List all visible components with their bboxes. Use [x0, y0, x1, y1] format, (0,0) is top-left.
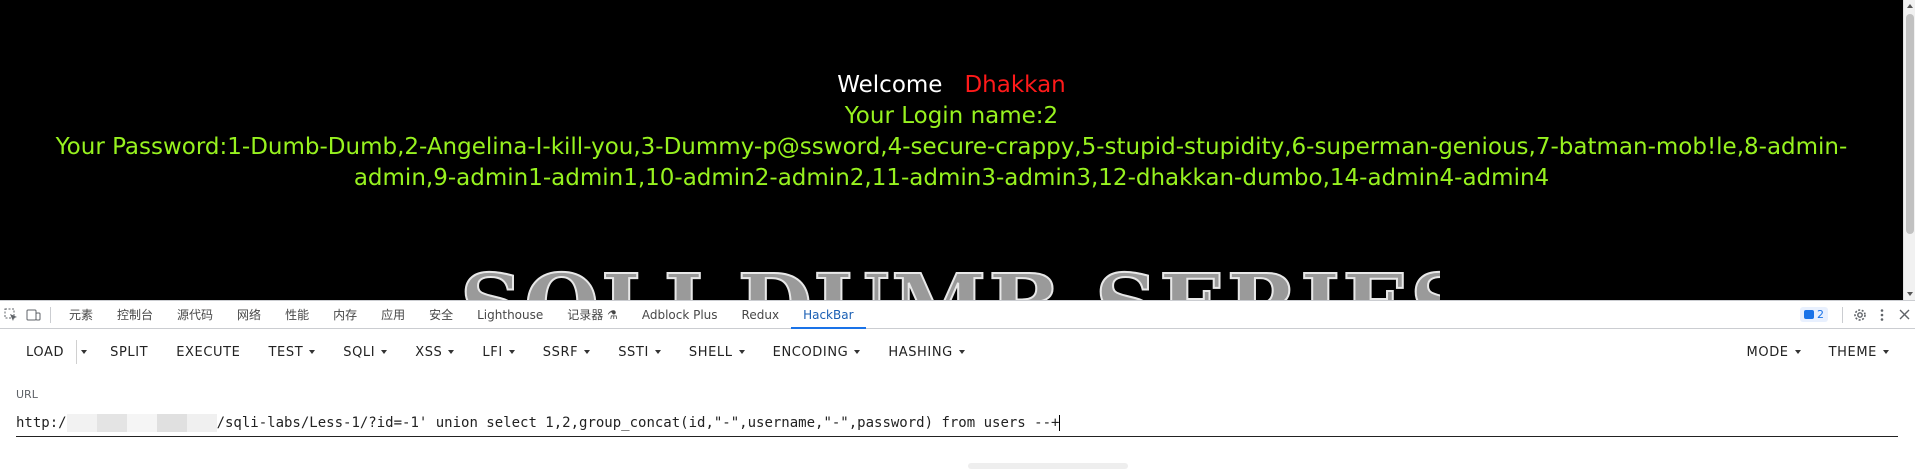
- chevron-down-icon: [1794, 350, 1801, 354]
- execute-button[interactable]: EXECUTE: [162, 334, 254, 370]
- lfi-menu-button[interactable]: LFI: [468, 334, 528, 370]
- url-path-query: /sqli-labs/Less-1/?id=-1' union select 1…: [216, 415, 1060, 431]
- close-icon[interactable]: [1893, 301, 1915, 329]
- chevron-down-icon: [508, 350, 515, 354]
- devtools-tab[interactable]: 元素: [57, 301, 105, 329]
- welcome-line: Welcome Dhakkan: [0, 70, 1903, 101]
- devtools-tab[interactable]: 记录器 ⚗: [555, 301, 630, 329]
- shell-menu-button[interactable]: SHELL: [675, 334, 759, 370]
- devtools-tab[interactable]: 控制台: [105, 301, 165, 329]
- test-menu-button[interactable]: TEST: [254, 334, 329, 370]
- shell-label: SHELL: [688, 344, 733, 360]
- chevron-down-icon: [80, 350, 87, 354]
- chevron-down-icon: [309, 350, 316, 354]
- redacted-host: [66, 414, 217, 432]
- inspect-element-icon[interactable]: [0, 301, 22, 329]
- welcome-name: Dhakkan: [964, 72, 1066, 98]
- split-label: SPLIT: [110, 344, 149, 360]
- devtools-tab[interactable]: 网络: [225, 301, 273, 329]
- encoding-label: ENCODING: [772, 344, 849, 360]
- device-toolbar-icon[interactable]: [22, 301, 44, 329]
- issues-icon: [1804, 310, 1814, 319]
- encoding-menu-button[interactable]: ENCODING: [759, 334, 875, 370]
- devtools-tab[interactable]: Redux: [730, 301, 792, 329]
- scroll-down-arrow[interactable]: [1907, 292, 1913, 296]
- chevron-down-icon: [1883, 350, 1889, 354]
- chevron-down-icon: [448, 350, 455, 354]
- devtools-tab[interactable]: 源代码: [165, 301, 225, 329]
- chevron-down-icon: [958, 350, 965, 354]
- text-cursor: [1059, 415, 1061, 431]
- load-button[interactable]: LOAD: [14, 334, 76, 370]
- mode-menu-button[interactable]: MODE: [1733, 334, 1815, 370]
- result-text: Welcome Dhakkan Your Login name:2 Your Pa…: [0, 70, 1903, 194]
- page-viewport: Welcome Dhakkan Your Login name:2 Your Pa…: [0, 0, 1915, 300]
- settings-icon[interactable]: [1849, 301, 1871, 329]
- devtools-tab[interactable]: HackBar: [791, 301, 866, 329]
- theme-menu-button[interactable]: THEME: [1815, 334, 1903, 370]
- sqli-menu-button[interactable]: SQLI: [329, 334, 401, 370]
- ssti-menu-button[interactable]: SSTI: [604, 334, 675, 370]
- chevron-down-icon: [854, 350, 861, 354]
- hashing-menu-button[interactable]: HASHING: [874, 334, 979, 370]
- hashing-label: HASHING: [888, 344, 953, 360]
- chevron-down-icon: [381, 350, 388, 354]
- more-vert-icon[interactable]: [1871, 301, 1893, 329]
- url-field: URL http:/ /sqli-labs/Less-1/?id=-1' unio…: [16, 388, 1898, 437]
- sqli-dumb-series-banner: SQLI DUMB SERIES-1: [460, 256, 1440, 300]
- load-dropdown-button[interactable]: [76, 340, 90, 364]
- theme-label: THEME: [1828, 344, 1877, 360]
- xss-label: XSS: [415, 344, 443, 360]
- issues-badge[interactable]: 2: [1800, 307, 1828, 322]
- devtools-tab[interactable]: 性能: [273, 301, 321, 329]
- welcome-label: Welcome: [837, 72, 943, 98]
- chevron-down-icon: [584, 350, 591, 354]
- login-name-line: Your Login name:2: [844, 103, 1059, 129]
- hackbar-toolbar: LOAD SPLIT EXECUTE TEST SQLI XSS LFI SSR…: [0, 330, 1915, 374]
- sqli-label: SQLI: [343, 344, 376, 360]
- scroll-hint-bar: [968, 463, 1128, 469]
- url-scheme: http:/: [16, 415, 67, 431]
- devtools-tab-bar: 元素 控制台 源代码 网络 性能 内存 应用 安全 Lighthouse 记录器 ⚗ Adblock…: [0, 301, 1915, 329]
- execute-label: EXECUTE: [176, 344, 241, 360]
- scroll-thumb[interactable]: [1906, 14, 1914, 234]
- test-label: TEST: [268, 344, 304, 360]
- scroll-up-arrow[interactable]: [1907, 4, 1913, 8]
- chevron-down-icon: [738, 350, 745, 354]
- devtools-tab-list: 元素 控制台 源代码 网络 性能 内存 应用 安全 Lighthouse 记录器 ⚗ Adblock…: [57, 301, 866, 329]
- ssrf-label: SSRF: [542, 344, 579, 360]
- url-input[interactable]: http:/ /sqli-labs/Less-1/?id=-1' union se…: [16, 413, 1898, 437]
- devtools-tab[interactable]: 应用: [369, 301, 417, 329]
- devtools-tab[interactable]: 安全: [417, 301, 465, 329]
- devtools-tab[interactable]: Adblock Plus: [630, 301, 730, 329]
- password-line: Your Password:1-Dumb-Dumb,2-Angelina-I-k…: [55, 134, 1848, 191]
- page-scrollbar[interactable]: [1903, 0, 1915, 300]
- issues-count: 2: [1817, 308, 1824, 321]
- url-label: URL: [16, 388, 38, 401]
- lfi-label: LFI: [482, 344, 503, 360]
- devtools-separator: [50, 306, 51, 323]
- xss-menu-button[interactable]: XSS: [401, 334, 468, 370]
- ssrf-menu-button[interactable]: SSRF: [529, 334, 604, 370]
- split-button[interactable]: SPLIT: [96, 334, 162, 370]
- devtools-right-controls: 2: [1800, 301, 1915, 329]
- devtools-tab[interactable]: 内存: [321, 301, 369, 329]
- devtools-panel: 元素 控制台 源代码 网络 性能 内存 应用 安全 Lighthouse 记录器 ⚗ Adblock…: [0, 300, 1915, 469]
- mode-label: MODE: [1746, 344, 1789, 360]
- ssti-label: SSTI: [618, 344, 649, 360]
- devtools-tab[interactable]: Lighthouse: [465, 301, 555, 329]
- chevron-down-icon: [654, 350, 661, 354]
- devtools-separator: [1842, 306, 1843, 323]
